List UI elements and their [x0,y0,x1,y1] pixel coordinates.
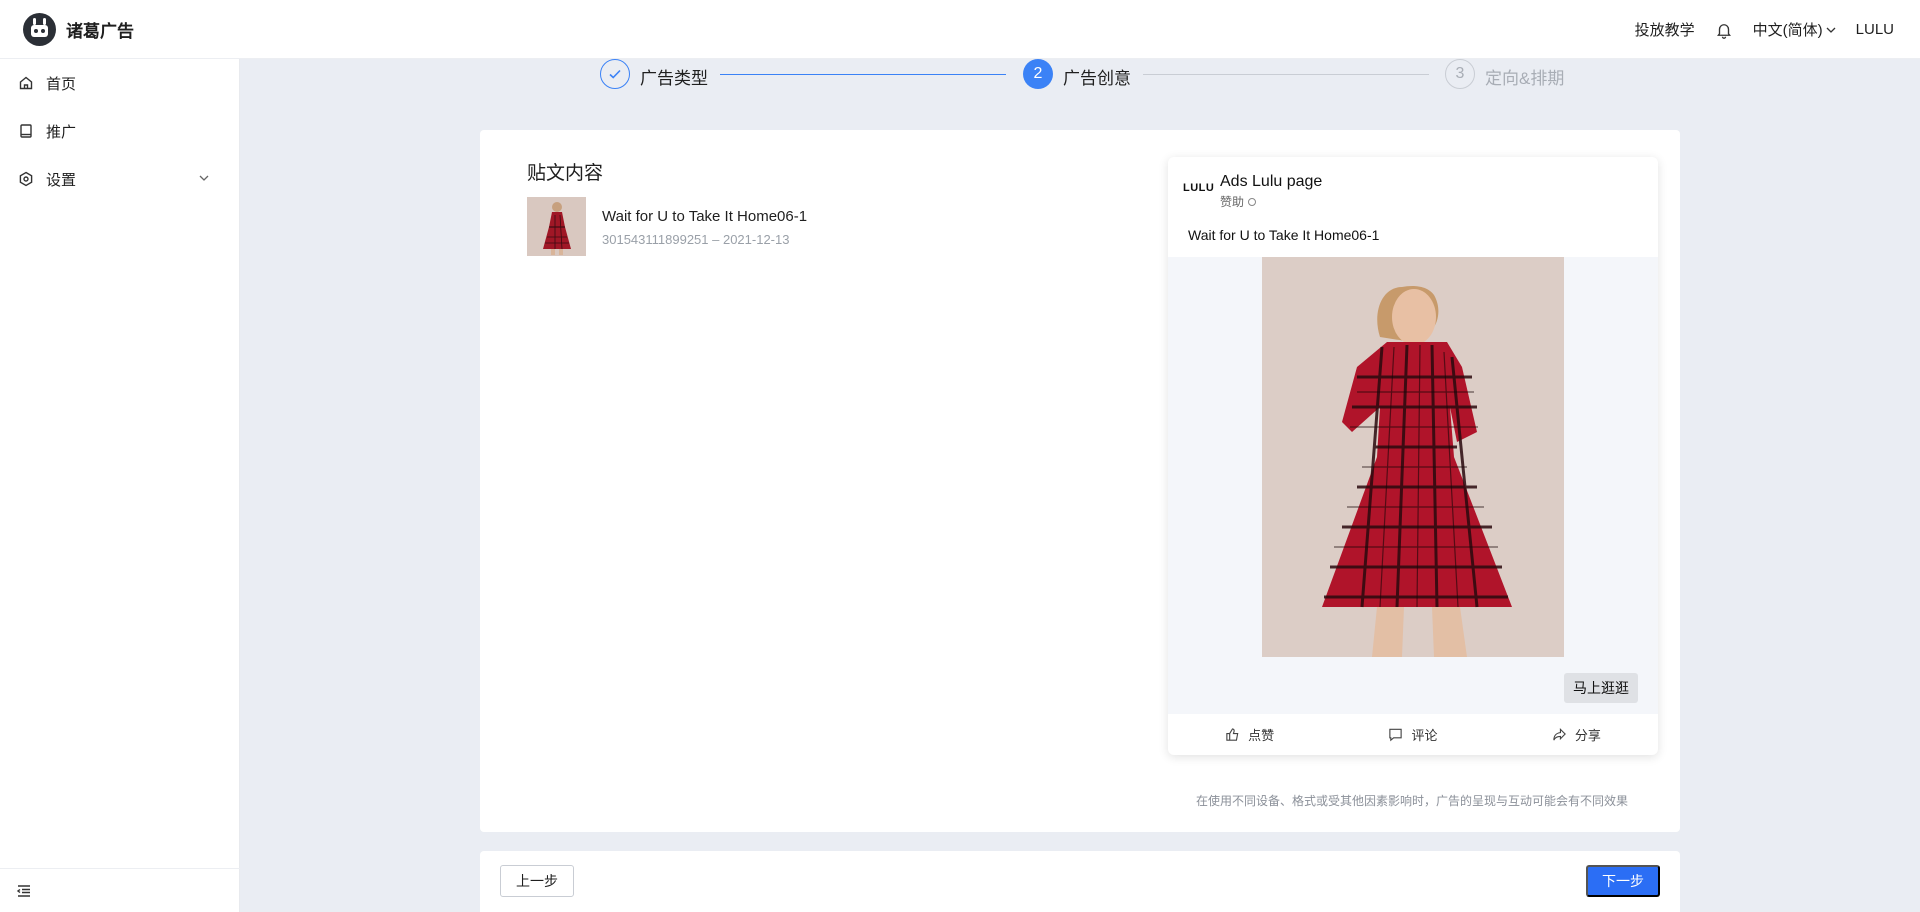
comment-label: 评论 [1411,728,1438,743]
step-3-number: 3 [1445,59,1475,89]
post-meta: 301543111899251 – 2021-12-13 [602,232,790,247]
ad-media: 马上逛逛 [1168,257,1658,714]
steps-progress: 广告类型 2 广告创意 3 定向&排期 [600,58,1600,94]
share-label: 分享 [1574,728,1601,743]
page-name: Ads Lulu page [1220,173,1323,190]
tutorial-link[interactable]: 投放教学 [1635,19,1695,40]
sidebar-item-label: 设置 [46,171,77,189]
ad-preview: LULU Ads Lulu page 赞助 Wait for U to Take… [1168,157,1658,755]
ad-actions: 点赞 评论 分享 [1168,714,1658,755]
step-1-label: 广告类型 [640,69,708,88]
step-connector [1143,74,1429,75]
book-icon [20,124,32,138]
share-button[interactable]: 分享 [1495,714,1658,755]
post-title: Wait for U to Take It Home06-1 [602,208,808,225]
home-icon [19,76,33,90]
sidebar-item-settings[interactable]: 设置 [0,159,240,199]
sidebar-item-label: 首页 [46,75,77,93]
next-step-button[interactable]: 下一步 [1586,865,1660,897]
disclaimer-text: 在使用不同设备、格式或受其他因素影响时，广告的呈现与互动可能会有不同效果 [1196,794,1629,808]
like-label: 点赞 [1248,728,1275,743]
step-2-label: 广告创意 [1063,69,1131,88]
robot-logo-icon [23,12,56,46]
section-title: 贴文内容 [527,163,604,184]
header-actions: 投放教学 中文(简体) LULU [1615,0,1894,59]
top-header: 诸葛广告 投放教学 中文(简体) LULU [0,0,1920,59]
chevron-down-icon [199,175,209,181]
step-2-number: 2 [1023,59,1053,89]
like-button[interactable]: 点赞 [1168,714,1331,755]
comment-button[interactable]: 评论 [1331,714,1494,755]
language-selector[interactable]: 中文(简体) [1753,19,1836,40]
comment-icon [1389,728,1403,742]
brand-logo: LULU [1183,182,1215,194]
user-menu[interactable]: LULU [1856,21,1894,38]
step-connector [720,74,1006,75]
creative-card: 贴文内容 Wait for U to Take It Home06-1 3015… [480,130,1680,832]
sponsored-text: 赞助 [1220,195,1245,209]
app-name: 诸葛广告 [66,21,134,41]
menu-fold-icon [16,885,30,897]
footer-actions: 上一步 下一步 [480,851,1680,912]
ad-text: Wait for U to Take It Home06-1 [1188,227,1380,243]
cta-button[interactable]: 马上逛逛 [1564,673,1638,703]
prev-step-button[interactable]: 上一步 [500,865,574,897]
like-icon [1226,728,1239,741]
globe-icon [1248,197,1257,206]
brand[interactable]: 诸葛广告 [23,12,134,46]
settings-icon [19,171,33,187]
product-photo [1262,257,1564,657]
step-3-label: 定向&排期 [1485,69,1565,88]
sidebar-item-home[interactable]: 首页 [0,63,240,103]
sponsored-label: 赞助 [1220,193,1257,210]
share-icon [1553,727,1566,741]
language-label: 中文(简体) [1752,22,1823,39]
sidebar: 首页 推广 设置 [0,59,240,912]
sidebar-collapse-button[interactable] [0,868,240,912]
sidebar-item-label: 推广 [46,123,77,141]
notification-bell-icon[interactable] [1715,21,1733,39]
sidebar-item-promotion[interactable]: 推广 [0,111,240,151]
post-thumbnail[interactable] [527,197,586,256]
chevron-down-icon [1826,27,1836,33]
step-1-check-icon [600,59,630,89]
